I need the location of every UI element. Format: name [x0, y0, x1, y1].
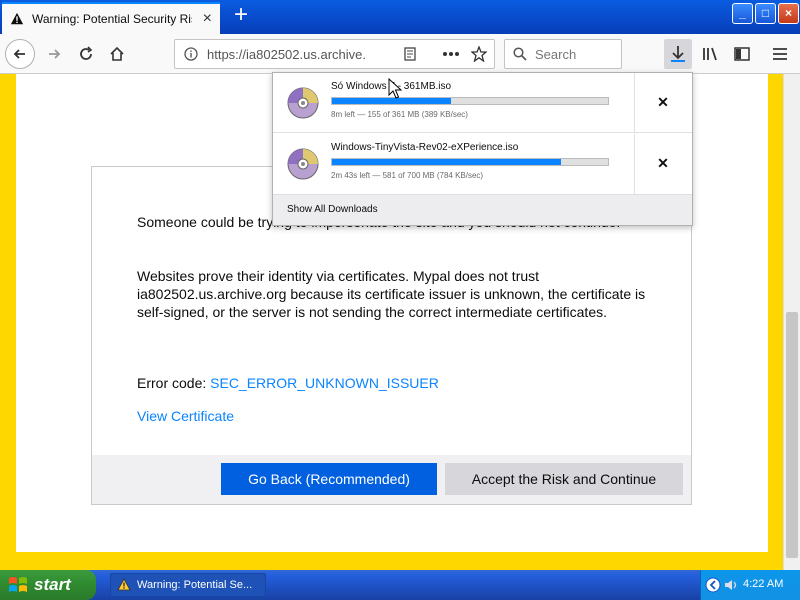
warning-paragraph-2: Websites prove their identity via certif… [137, 268, 646, 320]
go-back-button[interactable]: Go Back (Recommended) [221, 463, 437, 495]
divider [634, 134, 635, 194]
download-item[interactable]: Só Windows 7 - 361MB.iso 8m left — 155 o… [273, 73, 692, 133]
warning-icon [117, 578, 131, 591]
disc-image-icon [287, 87, 319, 119]
hamburger-menu-icon [773, 48, 787, 60]
download-progress-bar [331, 158, 609, 166]
divider [634, 73, 635, 133]
reload-icon [80, 46, 93, 60]
error-code-label: Error code: [137, 375, 211, 391]
minimize-button[interactable]: _ [732, 3, 753, 24]
cancel-download-icon[interactable]: ✕ [653, 153, 673, 173]
download-filename: Windows-TinyVista-Rev02-eXPerience.iso [331, 142, 519, 153]
taskbar-window-button[interactable]: Warning: Potential Se... [110, 573, 266, 597]
cancel-download-icon[interactable]: ✕ [653, 92, 673, 112]
title-bar: Warning: Potential Security Risk Ahead ×… [0, 0, 800, 34]
clock: 4:22 AM [743, 578, 784, 590]
view-certificate-link[interactable]: View Certificate [137, 408, 234, 424]
start-button[interactable]: start [0, 570, 96, 600]
mouse-cursor-icon [388, 78, 402, 99]
info-icon[interactable] [184, 47, 198, 61]
nav-bar: https://ia802502.us.archive.org Search [0, 34, 800, 74]
sidebar-button[interactable] [728, 40, 756, 68]
network-icon[interactable] [705, 577, 721, 593]
disc-image-icon [287, 148, 319, 180]
reload-button[interactable] [72, 40, 100, 68]
error-code-line: Error code: SEC_ERROR_UNKNOWN_ISSUER [137, 375, 439, 391]
bookmark-star-icon[interactable] [471, 46, 487, 62]
windows-logo-icon [9, 577, 27, 592]
home-button[interactable] [103, 40, 131, 68]
reader-view-icon[interactable] [403, 47, 417, 61]
scrollbar-thumb[interactable] [786, 312, 798, 558]
download-progress-bar [331, 97, 609, 105]
download-status: 2m 43s left — 581 of 700 MB (784 KB/sec) [331, 171, 484, 180]
forward-button[interactable] [40, 40, 68, 68]
sidebar-icon [734, 47, 750, 61]
library-button[interactable] [697, 40, 725, 68]
show-all-downloads-link[interactable]: Show All Downloads [287, 204, 378, 215]
warning-actions: Go Back (Recommended) Accept the Risk an… [92, 455, 691, 504]
volume-icon[interactable] [723, 577, 739, 593]
download-item[interactable]: Windows-TinyVista-Rev02-eXPerience.iso 2… [273, 134, 692, 194]
download-status: 8m left — 155 of 361 MB (389 KB/sec) [331, 110, 468, 119]
downloads-panel: Só Windows 7 - 361MB.iso 8m left — 155 o… [272, 72, 693, 226]
back-arrow-icon [13, 49, 25, 59]
downloads-footer[interactable]: Show All Downloads [273, 194, 692, 225]
url-text[interactable]: https://ia802502.us.archive.org [207, 47, 365, 62]
error-code-link[interactable]: SEC_ERROR_UNKNOWN_ISSUER [210, 375, 439, 391]
close-window-button[interactable]: × [778, 3, 799, 24]
taskbar: start Warning: Potential Se... 4:22 AM [0, 570, 800, 600]
forward-arrow-icon [49, 49, 61, 59]
taskbar-window-title: Warning: Potential Se... [137, 579, 253, 591]
home-icon [110, 46, 124, 61]
accept-risk-button[interactable]: Accept the Risk and Continue [445, 463, 683, 495]
system-tray: 4:22 AM [700, 570, 800, 600]
back-button[interactable] [5, 39, 35, 69]
menu-button[interactable] [766, 40, 794, 68]
vertical-scrollbar[interactable] [783, 74, 800, 570]
new-tab-button[interactable]: + [229, 3, 253, 28]
start-label: start [34, 575, 71, 594]
warning-icon [10, 12, 24, 25]
tab-warning[interactable]: Warning: Potential Security Risk Ahead × [2, 2, 220, 34]
search-placeholder: Search [535, 47, 577, 62]
url-bar[interactable]: https://ia802502.us.archive.org [174, 39, 495, 69]
search-icon [513, 47, 527, 61]
tab-close-icon[interactable]: × [203, 11, 212, 27]
download-progress-fill [332, 159, 562, 165]
download-arrow-icon [671, 46, 685, 62]
downloads-button[interactable] [664, 39, 692, 69]
library-icon [703, 47, 717, 61]
search-bar[interactable]: Search [504, 39, 622, 69]
page-actions-icon[interactable] [442, 51, 460, 57]
maximize-button[interactable]: □ [755, 3, 776, 24]
tab-title: Warning: Potential Security Risk Ahead [32, 12, 192, 26]
